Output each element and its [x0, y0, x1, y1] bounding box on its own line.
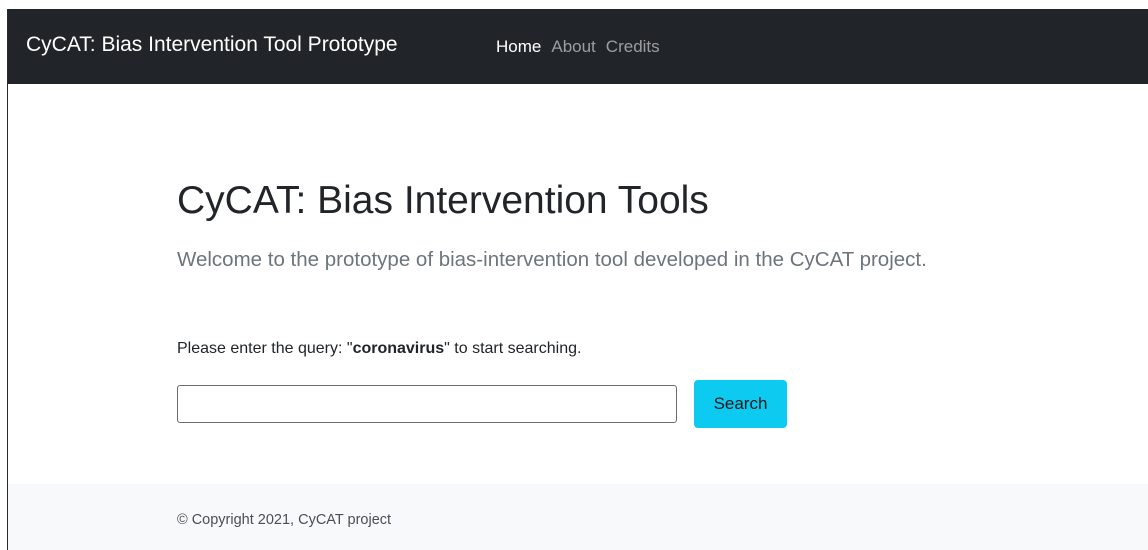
nav-link-credits[interactable]: Credits — [606, 37, 660, 57]
search-input[interactable] — [177, 385, 677, 423]
nav-link-home[interactable]: Home — [496, 37, 541, 57]
instruction-suffix: " to start searching. — [444, 340, 582, 357]
main-content: CyCAT: Bias Intervention Tools Welcome t… — [8, 84, 1148, 484]
navbar-brand[interactable]: CyCAT: Bias Intervention Tool Prototype — [26, 33, 398, 57]
page-title: CyCAT: Bias Intervention Tools — [177, 179, 709, 222]
search-button[interactable]: Search — [694, 380, 787, 428]
search-instruction: Please enter the query: "coronavirus" to… — [177, 340, 581, 358]
top-navbar: CyCAT: Bias Intervention Tool Prototype … — [8, 9, 1148, 84]
browser-viewport: CyCAT: Bias Intervention Tool Prototype … — [7, 9, 1148, 550]
nav-links: Home About Credits — [496, 37, 670, 57]
instruction-query: coronavirus — [352, 340, 445, 357]
lead-text: Welcome to the prototype of bias-interve… — [177, 248, 927, 271]
page-footer: © Copyright 2021, CyCAT project — [8, 484, 1148, 550]
nav-link-about[interactable]: About — [551, 37, 595, 57]
instruction-prefix: Please enter the query: " — [177, 340, 353, 357]
copyright-text: © Copyright 2021, CyCAT project — [177, 512, 392, 528]
